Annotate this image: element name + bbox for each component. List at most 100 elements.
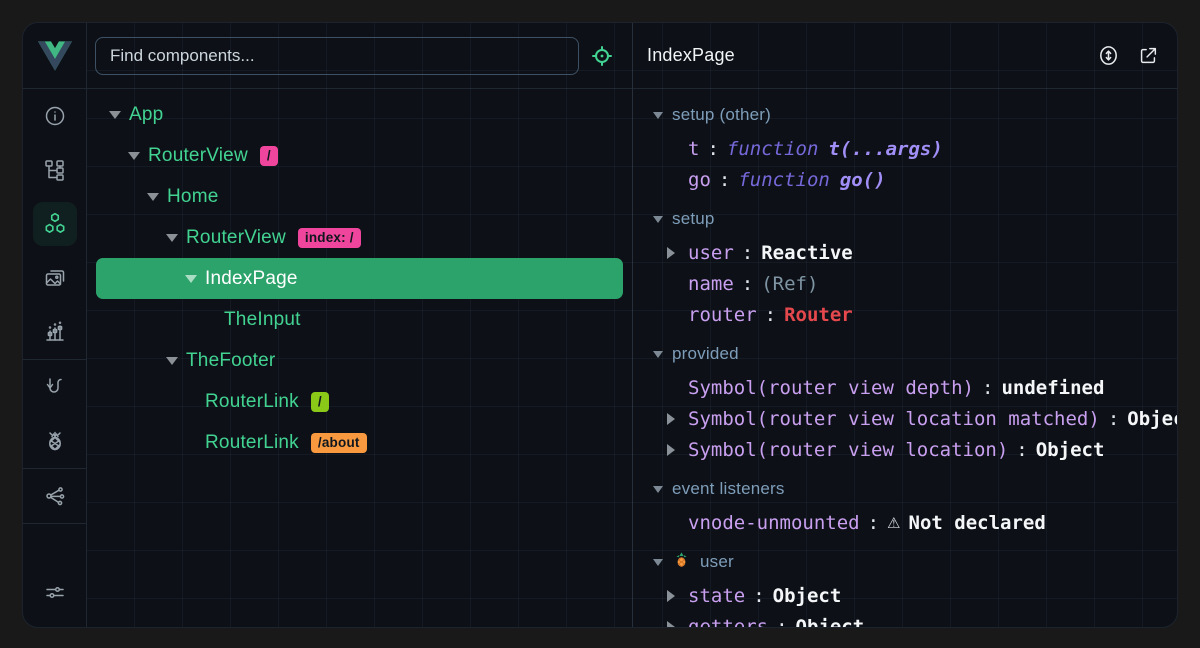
component-name: RouterLink [205,391,299,413]
inspector-panel: IndexPage setup (other)t:functiont(...ar… [633,23,1177,627]
row-indent-spacer [663,380,679,396]
tree-row[interactable]: RouterLink/about [96,422,623,463]
property-row[interactable]: Symbol(router view location matched):Obj… [633,403,1177,434]
expand-arrow-icon[interactable] [663,442,679,458]
property-value: Router [784,304,853,326]
property-key: user [688,242,734,264]
components-icon [33,202,77,246]
property-row[interactable]: user:Reactive [633,237,1177,268]
sidebar-item-graph[interactable] [23,469,86,523]
property-key: go [688,169,711,191]
search-input[interactable] [95,37,579,75]
property-row[interactable]: Symbol(router view location):Object [633,434,1177,465]
component-name: RouterView [186,227,286,249]
section-title: provided [672,344,739,364]
route-badge: index: / [298,228,361,248]
sidebar-item-assets[interactable] [23,251,86,305]
target-icon[interactable] [588,42,616,70]
section-title: setup [672,209,715,229]
tree-indent-spacer [202,312,218,328]
expand-arrow-icon[interactable] [663,619,679,628]
row-indent-spacer [663,172,679,188]
property-key: router [688,304,757,326]
expand-toggle-icon[interactable] [126,148,142,164]
property-row[interactable]: Symbol(router view depth):undefined [633,372,1177,403]
component-tree: AppRouterView/Home RouterView index: /Inde… [87,89,632,627]
property-key: Symbol(router view location) [688,439,1008,461]
sidebar-item-pinia[interactable] [23,414,86,468]
key-value-separator: : [776,616,787,628]
inspector-section: userstate:Objectgetters:Object [633,544,1177,627]
section-header[interactable]: user [633,544,1177,580]
key-value-separator: : [1016,439,1027,461]
route-badge: / [260,146,278,166]
property-value: undefined [1001,377,1104,399]
expand-arrow-icon[interactable] [663,245,679,261]
expand-toggle-icon[interactable] [183,271,199,287]
tree-row[interactable]: App [96,94,623,135]
property-row[interactable]: go:functiongo() [633,164,1177,195]
expand-toggle-icon[interactable] [164,230,180,246]
collapse-icon [653,112,663,119]
key-value-separator: : [765,304,776,326]
component-name: RouterLink [205,432,299,454]
tree-row[interactable]: Home [96,176,623,217]
property-row[interactable]: router: Router [633,299,1177,330]
expand-toggle-icon[interactable] [145,189,161,205]
sidebar [23,23,87,627]
collapse-icon [653,351,663,358]
expand-toggle-icon[interactable] [164,353,180,369]
key-value-separator: : [742,273,753,295]
scroll-to-component-icon[interactable] [1095,43,1121,69]
property-row[interactable]: name: (Ref) [633,268,1177,299]
expand-arrow-icon[interactable] [663,588,679,604]
property-value: function [738,169,830,191]
component-name: TheFooter [186,350,275,372]
property-key: state [688,585,745,607]
sidebar-item-settings[interactable] [23,565,86,619]
timeline-icon [33,310,77,354]
graph-icon [33,474,77,518]
sidebar-item-timeline[interactable] [23,305,86,359]
property-value: go() [840,169,886,191]
open-in-editor-icon[interactable] [1135,43,1161,69]
tree-row[interactable]: RouterLink/ [96,381,623,422]
sidebar-item-info[interactable] [23,89,86,143]
expand-arrow-icon[interactable] [663,411,679,427]
inspector-section: setup (other)t:functiont(...args)go:func… [633,97,1177,195]
tree-row[interactable]: IndexPage [96,258,623,299]
property-row[interactable]: t:functiont(...args) [633,133,1177,164]
key-value-separator: : [982,377,993,399]
property-value: (Ref) [761,273,818,295]
property-row[interactable]: state:Object [633,580,1177,611]
expand-toggle-icon[interactable] [107,107,123,123]
tree-row[interactable]: RouterView index: / [96,217,623,258]
property-row[interactable]: vnode-unmounted:⚠Not declared [633,507,1177,538]
section-header[interactable]: event listeners [633,471,1177,507]
row-indent-spacer [663,141,679,157]
inspector-section: setup user:Reactivename: (Ref) router: Rout… [633,201,1177,330]
tree-row[interactable]: TheInput [96,299,623,340]
tree-row[interactable]: TheFooter [96,340,623,381]
property-row[interactable]: getters:Object [633,611,1177,627]
property-key: Symbol(router view location matched) [688,408,1100,430]
section-header[interactable]: provided [633,336,1177,372]
devtools-window: AppRouterView/HomeRouterViewindex: /Inde… [22,22,1178,628]
info-icon [33,94,77,138]
inspector-body: setup (other)t:functiont(...args) go: func… [633,89,1177,627]
section-header[interactable]: setup (other) [633,97,1177,133]
key-value-separator: : [868,512,879,534]
tree-icon [33,148,77,192]
vue-logo [23,23,86,89]
sidebar-item-router[interactable] [23,360,86,414]
section-header[interactable]: setup [633,201,1177,237]
sidebar-item-component-tree[interactable] [23,143,86,197]
property-value: Object [773,585,842,607]
pinia-icon [33,419,77,463]
component-name: IndexPage [205,268,298,290]
inspector-section: event listenersvnode-unmounted:⚠Not decl… [633,471,1177,538]
inspector-title: IndexPage [647,45,735,66]
sidebar-item-components[interactable] [23,197,86,251]
tree-row[interactable]: RouterView/ [96,135,623,176]
collapse-icon [653,216,663,223]
